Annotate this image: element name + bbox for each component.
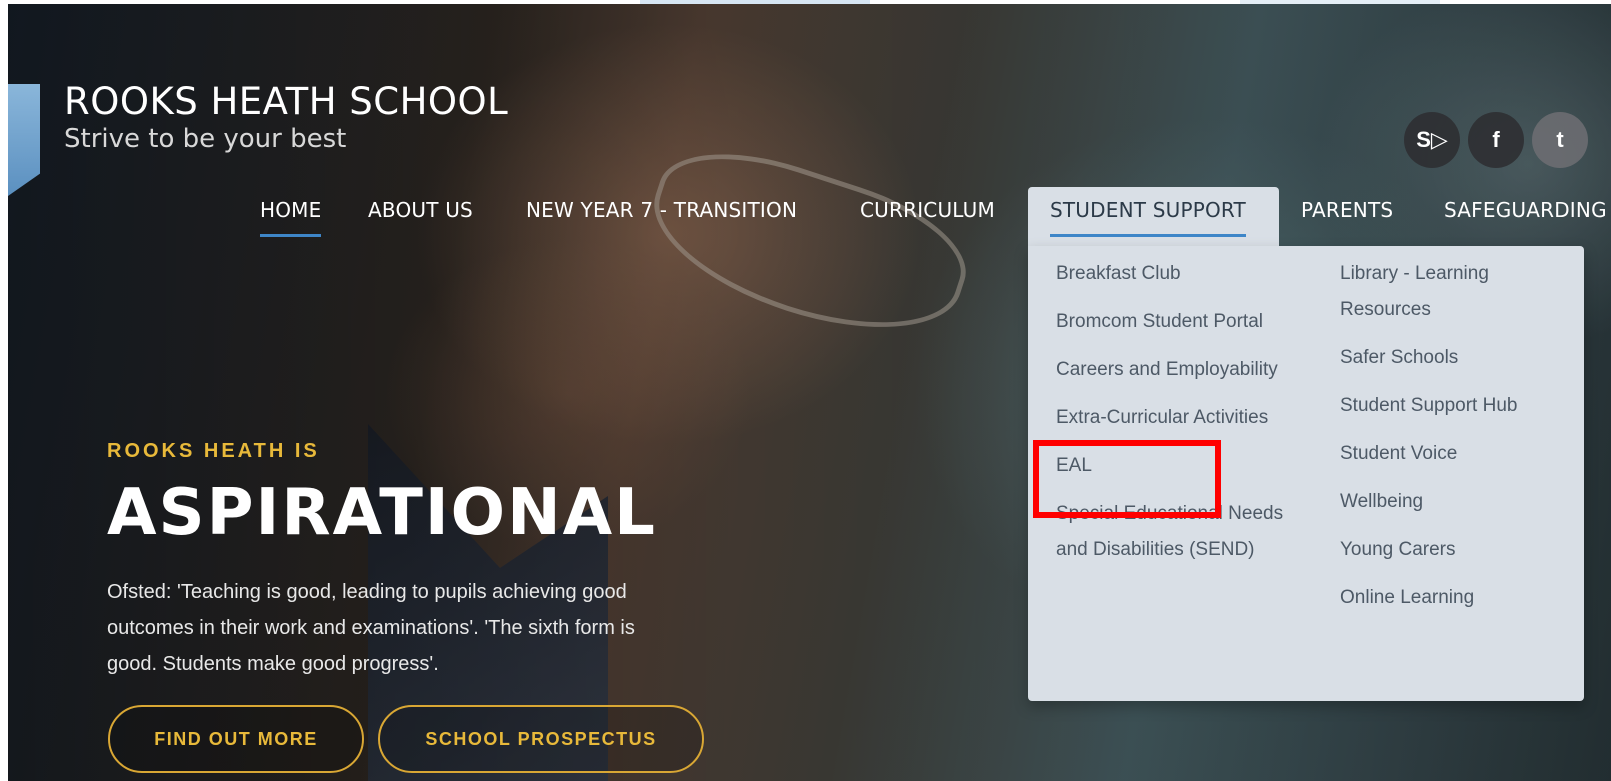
nav-new-year-7-transition[interactable]: NEW YEAR 7 - TRANSITION: [526, 198, 797, 222]
facebook-icon-glyph: f: [1492, 127, 1500, 152]
sharepoint-icon-glyph: S▷: [1416, 127, 1448, 152]
menu-item-online-learning[interactable]: Online Learning: [1340, 580, 1580, 616]
twitter-icon-glyph: t: [1556, 127, 1564, 152]
dropdown-column-1: Breakfast Club Bromcom Student Portal Ca…: [1056, 256, 1296, 580]
school-name[interactable]: ROOKS HEATH SCHOOL: [64, 80, 508, 123]
nav-student-support[interactable]: STUDENT SUPPORT: [1050, 198, 1246, 237]
menu-item-extra-curricular-activities[interactable]: Extra-Curricular Activities: [1056, 400, 1296, 436]
hero-kicker: ROOKS HEATH IS: [107, 440, 320, 462]
school-prospectus-label: SCHOOL PROSPECTUS: [425, 728, 657, 749]
menu-item-careers-and-employability[interactable]: Careers and Employability: [1056, 352, 1296, 388]
school-prospectus-button[interactable]: SCHOOL PROSPECTUS: [378, 705, 704, 773]
photo-glasses-shape: [634, 127, 982, 361]
find-out-more-label: FIND OUT MORE: [154, 728, 318, 749]
menu-item-wellbeing[interactable]: Wellbeing: [1340, 484, 1580, 520]
menu-item-library-learning-resources[interactable]: Library - Learning Resources: [1340, 256, 1580, 328]
nav-curriculum[interactable]: CURRICULUM: [860, 198, 995, 222]
nav-home[interactable]: HOME: [260, 198, 322, 237]
school-tagline: Strive to be your best: [64, 124, 347, 154]
nav-safeguarding[interactable]: SAFEGUARDING: [1444, 198, 1607, 222]
menu-item-young-carers[interactable]: Young Carers: [1340, 532, 1580, 568]
menu-item-safer-schools[interactable]: Safer Schools: [1340, 340, 1580, 376]
menu-item-bromcom-student-portal[interactable]: Bromcom Student Portal: [1056, 304, 1296, 340]
hero-headline: ASPIRATIONAL: [107, 476, 657, 550]
find-out-more-button[interactable]: FIND OUT MORE: [108, 705, 364, 773]
dropdown-column-2: Library - Learning Resources Safer Schoo…: [1340, 256, 1580, 628]
menu-item-student-support-hub[interactable]: Student Support Hub: [1340, 388, 1580, 424]
hero-ofsted-quote: Ofsted: 'Teaching is good, leading to pu…: [107, 581, 635, 675]
nav-parents[interactable]: PARENTS: [1301, 198, 1393, 222]
menu-item-breakfast-club[interactable]: Breakfast Club: [1056, 256, 1296, 292]
facebook-icon[interactable]: f: [1468, 112, 1524, 168]
main-nav: HOME ABOUT US NEW YEAR 7 - TRANSITION CU…: [0, 198, 1611, 242]
annotation-highlight-box: [1033, 440, 1221, 518]
sharepoint-icon[interactable]: S▷: [1404, 112, 1460, 168]
nav-about-us[interactable]: ABOUT US: [368, 198, 473, 222]
twitter-icon[interactable]: t: [1532, 112, 1588, 168]
menu-item-student-voice[interactable]: Student Voice: [1340, 436, 1580, 472]
